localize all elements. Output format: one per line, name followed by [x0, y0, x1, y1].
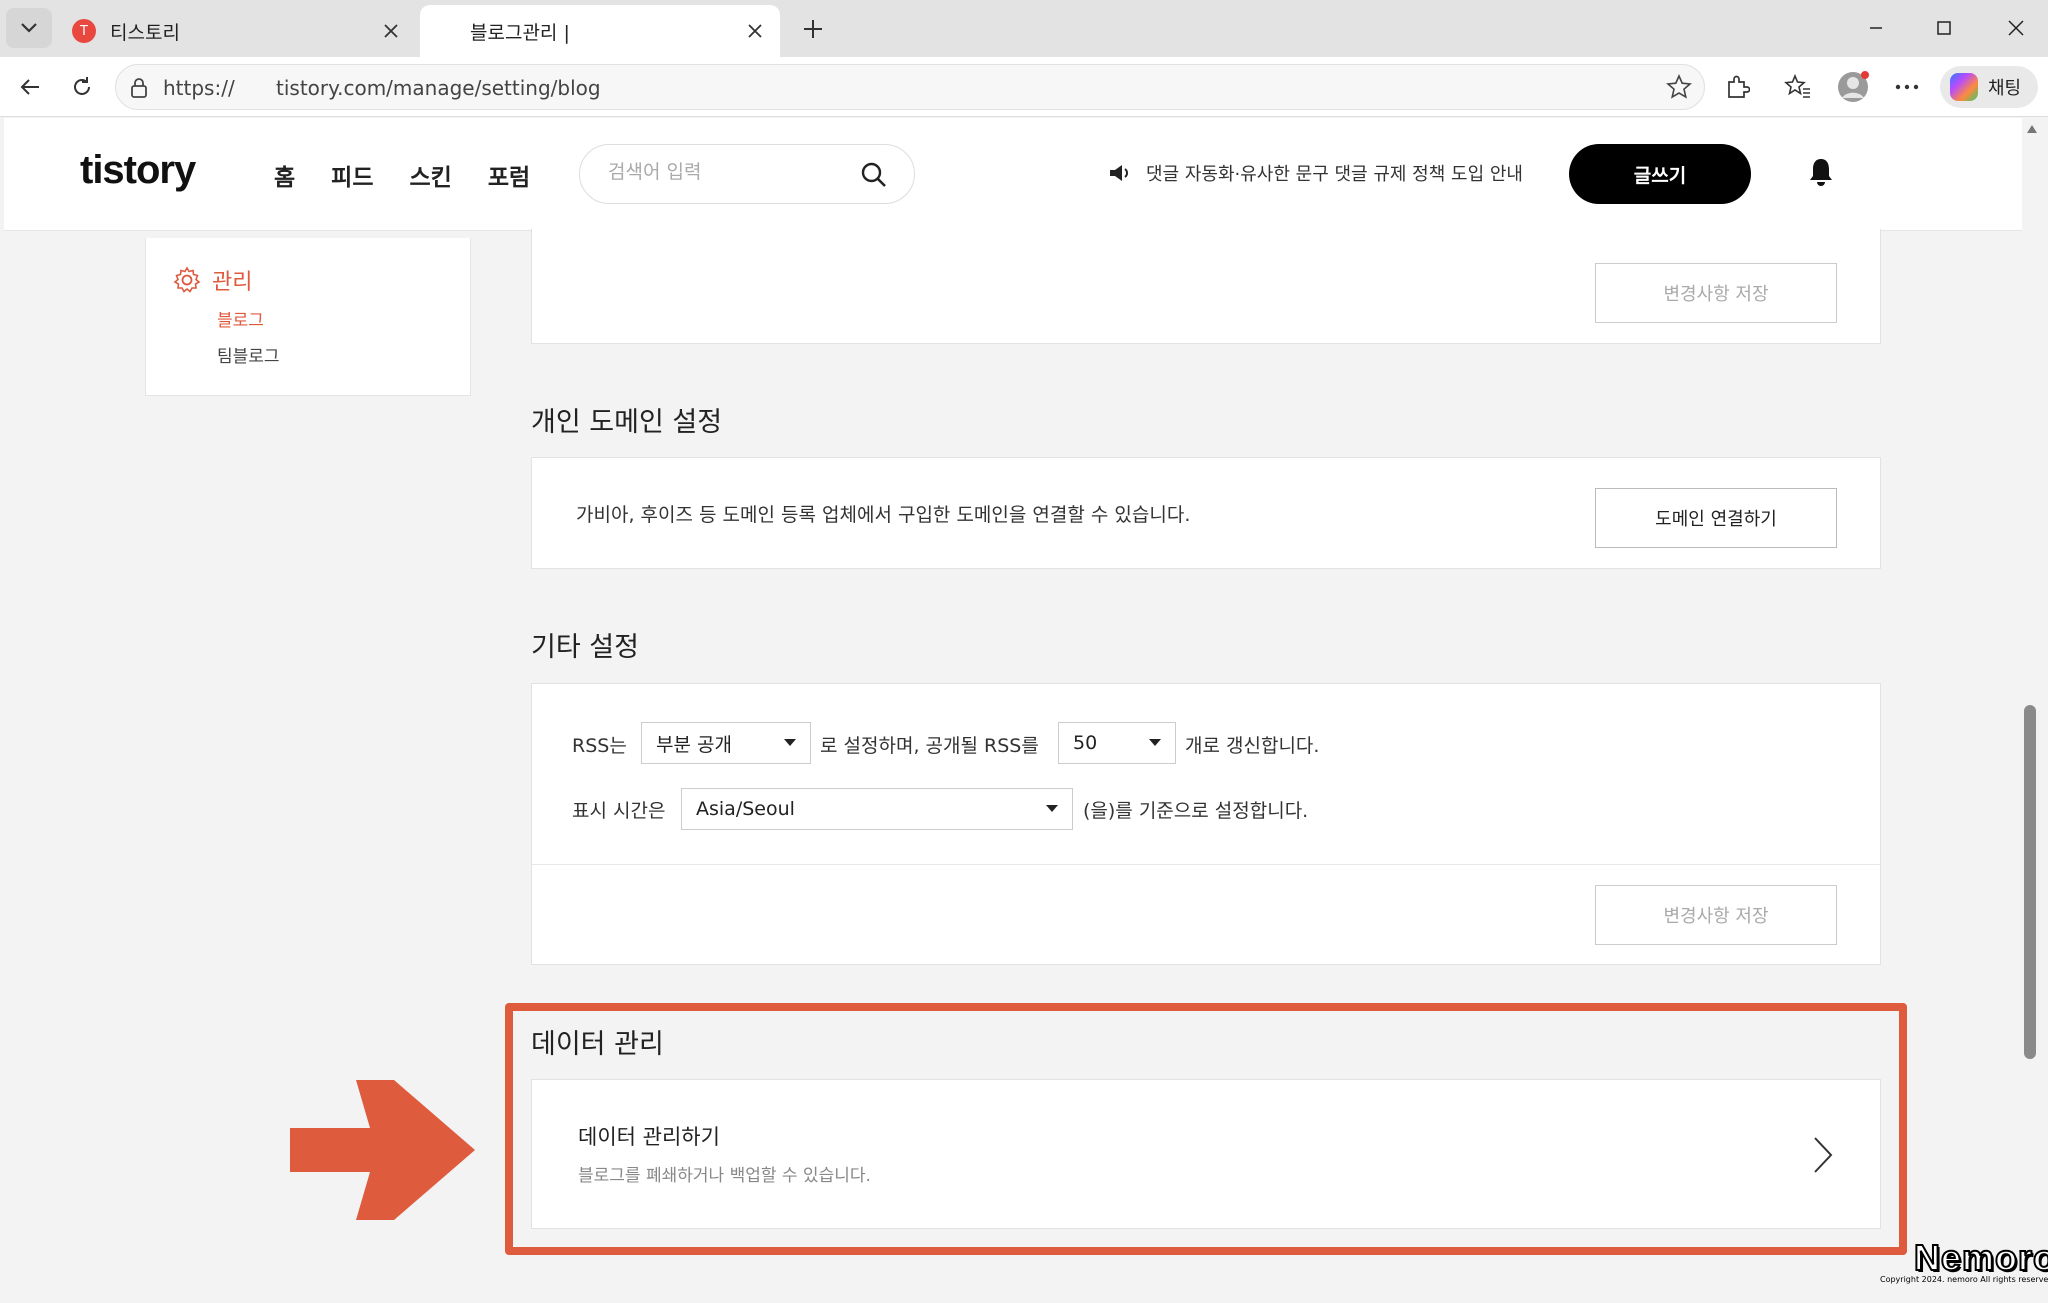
search-icon[interactable]	[860, 161, 888, 189]
caret-down-icon	[784, 739, 796, 746]
save-changes-button[interactable]: 변경사항 저장	[1595, 885, 1837, 945]
domain-description: 가비아, 후이즈 등 도메인 등록 업체에서 구입한 도메인을 연결할 수 있습…	[576, 504, 1191, 526]
caret-down-icon	[1046, 805, 1058, 812]
extensions-button[interactable]	[1717, 67, 1757, 107]
arrow-right-icon	[290, 1080, 475, 1220]
tistory-logo[interactable]: tistory	[80, 148, 196, 193]
profile-button[interactable]	[1833, 67, 1873, 107]
tab-tistory[interactable]: T 티스토리	[56, 5, 416, 57]
main-nav: 홈 피드 스킨 포럼	[274, 158, 530, 192]
url-text: tistory.com/manage/setting/blog	[276, 76, 601, 100]
etc-settings-box: RSS는 부분 공개 로 설정하며, 공개될 RSS를 50 개로 갱신합니다.…	[531, 683, 1881, 965]
more-menu-button[interactable]	[1887, 67, 1927, 107]
watermark-brand: Nemoro	[1913, 1236, 2048, 1279]
time-suffix: (을)를 기준으로 설정합니다.	[1083, 800, 1309, 822]
watermark: Nemoro Copyright 2024. nemoro All rights…	[1880, 1236, 2048, 1284]
close-icon	[748, 24, 762, 38]
close-icon	[384, 24, 398, 38]
divider	[532, 864, 1880, 865]
bell-icon[interactable]	[1806, 156, 1836, 188]
nav-forum[interactable]: 포럼	[488, 158, 530, 192]
timezone-value: Asia/Seoul	[696, 798, 795, 820]
close-tab-button[interactable]	[740, 16, 770, 46]
site-header: tistory 홈 피드 스킨 포럼 댓글 자동화·유사한 문구 댓글 규제 정…	[4, 118, 2022, 231]
rss-count-value: 50	[1073, 732, 1098, 754]
nav-feed[interactable]: 피드	[331, 158, 373, 192]
new-tab-button[interactable]	[796, 12, 830, 46]
chevron-down-icon	[21, 23, 37, 33]
sidebar-item-blog[interactable]: 블로그	[217, 306, 264, 331]
search-input[interactable]	[608, 161, 848, 183]
reload-icon	[74, 77, 90, 95]
tab-title: 티스토리	[110, 21, 180, 44]
nav-home[interactable]: 홈	[274, 158, 295, 192]
highlight-box	[505, 1003, 1907, 1255]
url-bar[interactable]: https:// tistory.com/manage/setting/blog	[115, 64, 1705, 110]
sidebar-title: 관리	[212, 270, 253, 295]
notice-text: 댓글 자동화·유사한 문구 댓글 규제 정책 도입 안내	[1146, 164, 1523, 185]
back-button[interactable]	[10, 67, 50, 107]
avatar-icon	[1838, 71, 1869, 102]
puzzle-icon	[1728, 75, 1750, 98]
copilot-icon	[1950, 73, 1978, 101]
rss-visibility-value: 부분 공개	[656, 733, 732, 756]
tab-blog-manage[interactable]: 블로그관리 |	[420, 5, 780, 57]
save-changes-button[interactable]: 변경사항 저장	[1595, 263, 1837, 323]
maximize-button[interactable]	[1916, 8, 1972, 48]
domain-settings-box: 가비아, 후이즈 등 도메인 등록 업체에서 구입한 도메인을 연결할 수 있습…	[531, 457, 1881, 569]
notice-link[interactable]: 댓글 자동화·유사한 문구 댓글 규제 정책 도입 안내	[1108, 160, 1523, 186]
tab-title: 블로그관리 |	[470, 21, 570, 44]
copilot-label: 채팅	[1988, 78, 2022, 99]
favorite-star-icon[interactable]	[1666, 74, 1692, 100]
favorites-list-icon	[1784, 74, 1810, 98]
scrollbar-thumb[interactable]	[2024, 705, 2036, 1059]
watermark-copyright: Copyright 2024. nemoro All rights reserv…	[1880, 1275, 2048, 1284]
redacted-favicon	[426, 19, 460, 43]
speaker-icon	[1110, 165, 1128, 181]
minimize-button[interactable]	[1848, 8, 1904, 48]
time-prefix: 표시 시간은	[572, 800, 666, 822]
rss-suffix: 개로 갱신합니다.	[1185, 735, 1320, 757]
gear-icon	[173, 266, 201, 293]
favorites-button[interactable]	[1778, 67, 1818, 107]
arrow-left-icon	[20, 79, 39, 95]
close-tab-button[interactable]	[376, 16, 406, 46]
timezone-select[interactable]: Asia/Seoul	[681, 788, 1073, 830]
sidebar-manage-header[interactable]: 관리	[172, 264, 252, 296]
sidebar-item-teamblog[interactable]: 팀블로그	[217, 342, 280, 367]
close-window-button[interactable]	[1988, 8, 2044, 48]
etc-section-title: 기타 설정	[531, 632, 639, 663]
sidebar: 관리 블로그 팀블로그	[145, 238, 471, 396]
caret-down-icon	[1149, 739, 1161, 746]
domain-section-title: 개인 도메인 설정	[531, 407, 723, 438]
browser-tab-bar: T 티스토리 블로그관리 |	[0, 0, 2048, 57]
connect-domain-button[interactable]: 도메인 연결하기	[1595, 488, 1837, 548]
settings-box-top: 변경사항 저장	[531, 229, 1881, 344]
more-dots-icon	[1895, 84, 1919, 90]
maximize-icon	[1937, 21, 1951, 35]
url-protocol: https://	[163, 76, 235, 100]
plus-icon	[804, 20, 822, 38]
write-button[interactable]: 글쓰기	[1569, 144, 1751, 204]
scroll-up-arrow-icon[interactable]	[2026, 124, 2038, 134]
search-box	[579, 144, 915, 204]
close-icon	[2008, 20, 2024, 36]
minimize-icon	[1870, 27, 1882, 29]
reload-button[interactable]	[62, 67, 102, 107]
tab-list-button[interactable]	[6, 8, 52, 48]
rss-middle-text: 로 설정하며, 공개될 RSS를	[820, 735, 1039, 757]
tistory-favicon-icon: T	[72, 19, 96, 43]
rss-prefix: RSS는	[572, 735, 627, 757]
copilot-chat-button[interactable]: 채팅	[1940, 66, 2038, 108]
address-toolbar: https:// tistory.com/manage/setting/blog…	[0, 57, 2048, 117]
nav-skin[interactable]: 스킨	[410, 158, 452, 192]
rss-visibility-select[interactable]: 부분 공개	[641, 722, 811, 764]
site-info-icon[interactable]	[129, 77, 149, 99]
rss-count-select[interactable]: 50	[1058, 722, 1176, 764]
